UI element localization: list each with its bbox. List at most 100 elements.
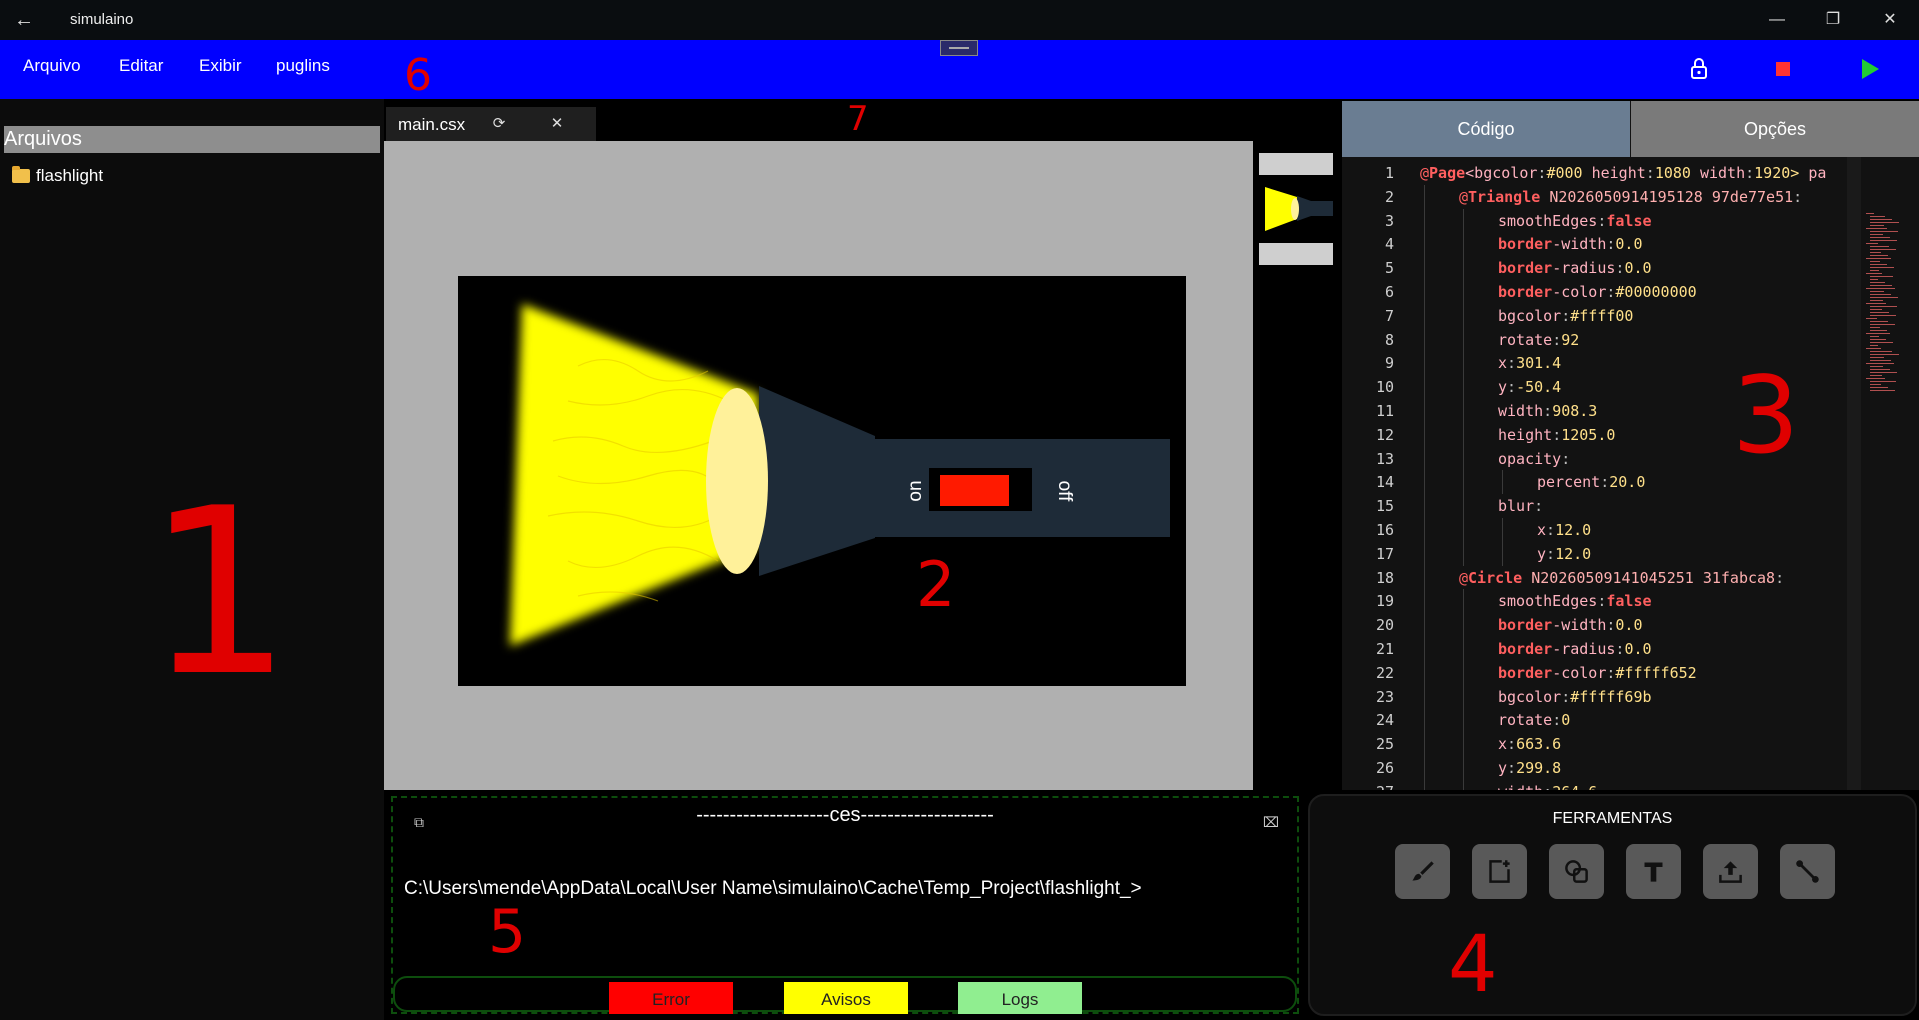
filter-error-button[interactable]: Error	[609, 982, 733, 1014]
console-separator: --------------------ces-----------------…	[696, 804, 994, 826]
tab-codigo[interactable]: Código	[1342, 101, 1630, 157]
menu-bar: Arquivo Editar Exibir puglins 6	[0, 40, 1919, 101]
menu-editar[interactable]: Editar	[119, 56, 163, 76]
folder-item-flashlight[interactable]: flashlight	[12, 166, 103, 186]
indent-guide	[1424, 613, 1425, 638]
indent-guide	[1463, 470, 1464, 495]
code-text: x:12.0	[1537, 521, 1592, 539]
tab-main-csx[interactable]: main.csx ⟳ ✕	[386, 107, 596, 141]
text-icon[interactable]	[1626, 844, 1681, 899]
code-text: y:-50.4	[1498, 378, 1562, 397]
code-scrollbar[interactable]	[1847, 157, 1861, 790]
code-editor[interactable]: 1 @Page<bgcolor:#000 height:1080 width:19…	[1342, 157, 1919, 790]
filter-avisos-button[interactable]: Avisos	[784, 982, 908, 1014]
indent-guide	[1424, 184, 1425, 209]
tab-opcoes[interactable]: Opções	[1631, 101, 1919, 157]
code-line[interactable]: 18 @Circle N20260509141045251 31fabca8:	[1342, 565, 1862, 590]
indent-guide	[1424, 756, 1425, 780]
code-line[interactable]: 15 blur:	[1342, 494, 1862, 519]
code-line[interactable]: 24 rotate:0	[1342, 708, 1862, 733]
code-line[interactable]: 23 bgcolor:#fffff69b	[1342, 684, 1862, 709]
back-arrow-icon[interactable]: ←	[12, 8, 36, 32]
close-tab-icon[interactable]: ✕	[546, 113, 568, 135]
code-line[interactable]: 19 smoothEdges:false	[1342, 589, 1862, 614]
on-label: on	[905, 480, 926, 501]
code-line[interactable]: 5 border-radius:0.0	[1342, 256, 1862, 281]
indent-guide	[1463, 684, 1464, 709]
menu-exibir[interactable]: Exibir	[199, 56, 242, 76]
line-number: 19	[1375, 592, 1394, 611]
copy-icon[interactable]: ⧉	[409, 812, 429, 832]
play-icon[interactable]	[1860, 58, 1880, 80]
code-line[interactable]: 22 border-color:#fffff652	[1342, 660, 1862, 685]
line-number: 4	[1384, 235, 1394, 254]
code-text: height:1205.0	[1498, 425, 1616, 444]
lock-icon[interactable]	[1688, 56, 1710, 82]
line-number: 26	[1375, 759, 1394, 777]
line-number: 9	[1384, 354, 1394, 373]
indent-guide	[1424, 422, 1425, 447]
code-text: bgcolor:#fffff69b	[1498, 687, 1652, 706]
stop-icon[interactable]	[1776, 62, 1790, 76]
add-box-icon[interactable]	[1472, 844, 1527, 899]
code-line[interactable]: 21 border-radius:0.0	[1342, 637, 1862, 661]
flashlight-scene[interactable]: on off 2	[458, 276, 1186, 686]
indent-guide	[1424, 494, 1425, 519]
code-line[interactable]: 27 width:264.6	[1342, 779, 1862, 790]
code-line[interactable]: 20 border-width:0.0	[1342, 613, 1862, 638]
minimize-button[interactable]: —	[1757, 6, 1797, 34]
indent-guide	[1463, 494, 1464, 519]
code-line[interactable]: 17 y:12.0	[1342, 541, 1862, 566]
indent-guide	[1463, 589, 1464, 614]
line-number: 18	[1375, 568, 1394, 587]
code-line[interactable]: 2 @Triangle N2026050914195128 97de77e51:	[1342, 184, 1862, 209]
code-line[interactable]: 16 x:12.0	[1342, 518, 1862, 542]
annotation-1: 1	[146, 460, 293, 727]
indent-guide	[1424, 779, 1425, 790]
code-line[interactable]: 25 x:663.6	[1342, 732, 1862, 757]
code-line[interactable]: 8 rotate:92	[1342, 327, 1862, 352]
title-bar: ← simulaino — ❐ ✕	[0, 0, 1919, 40]
page-preview[interactable]	[1259, 153, 1333, 265]
indent-guide	[1424, 684, 1425, 709]
code-text: opacity:	[1498, 449, 1571, 468]
code-line[interactable]: 4 border-width:0.0	[1342, 232, 1862, 257]
shapes-icon[interactable]	[1549, 844, 1604, 899]
menu-puglins[interactable]: puglins	[276, 56, 330, 76]
code-line[interactable]: 1 @Page<bgcolor:#000 height:1080 width:19…	[1342, 161, 1862, 185]
indent-guide	[1424, 446, 1425, 471]
refresh-icon[interactable]: ⟳	[488, 113, 510, 135]
code-text: smoothEdges:false	[1498, 592, 1652, 611]
code-line[interactable]: 26 y:299.8	[1342, 756, 1862, 780]
code-line[interactable]: 3 smoothEdges:false	[1342, 208, 1862, 233]
code-text: width:908.3	[1498, 402, 1598, 420]
file-explorer: Arquivos flashlight 1	[0, 99, 384, 1020]
indent-guide	[1463, 375, 1464, 400]
code-text: smoothEdges:false	[1498, 211, 1652, 230]
code-line[interactable]: 6 border-color:#00000000	[1342, 280, 1862, 304]
close-button[interactable]: ✕	[1870, 6, 1910, 34]
code-minimap[interactable]	[1864, 213, 1914, 393]
restore-button[interactable]: ❐	[1813, 6, 1853, 34]
line-number: 21	[1375, 640, 1394, 658]
code-line[interactable]: 7 bgcolor:#ffff00	[1342, 303, 1862, 328]
code-text: @Triangle N2026050914195128 97de77e51:	[1459, 187, 1803, 206]
indent-guide	[1463, 613, 1464, 638]
line-number: 27	[1342, 780, 1394, 790]
filter-logs-button[interactable]: Logs	[958, 982, 1082, 1014]
flashlight-lens	[706, 388, 768, 574]
connector-icon[interactable]	[1780, 844, 1835, 899]
brush-icon[interactable]	[1395, 844, 1450, 899]
window-title: simulaino	[70, 11, 134, 28]
code-text: rotate:92	[1498, 330, 1580, 349]
line-number: 17	[1375, 544, 1394, 563]
menu-arquivo[interactable]: Arquivo	[23, 56, 81, 76]
annotation-6: 6	[404, 50, 432, 101]
line-number: 20	[1375, 616, 1394, 635]
drag-handle[interactable]	[940, 40, 978, 56]
clear-console-icon[interactable]: ⌧	[1261, 812, 1281, 832]
indent-guide	[1502, 470, 1503, 495]
upload-icon[interactable]	[1703, 844, 1758, 899]
indent-guide	[1463, 422, 1464, 447]
indent-guide	[1463, 779, 1464, 790]
